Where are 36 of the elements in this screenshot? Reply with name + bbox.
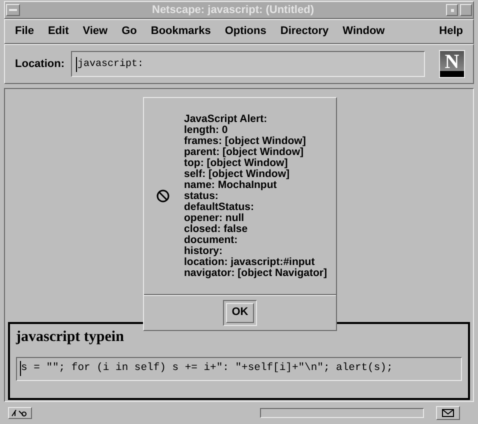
location-field[interactable]: javascript: — [70, 51, 425, 77]
typein-field[interactable]: s = ""; for (i in self) s += i+": "+self[i]+"\n"; alert(s); — [16, 356, 462, 380]
menu-item[interactable]: View — [82, 23, 108, 40]
location-label: Location: — [15, 56, 64, 72]
alert-text-line: defaultStatus: — [184, 202, 256, 212]
alert-text-line: document: — [184, 234, 239, 246]
window-menu-icon[interactable] — [6, 4, 20, 16]
alert-text-line: top: [object Window] — [184, 158, 288, 168]
alert-text-line: name: MochaInput — [184, 180, 277, 190]
alert-text-line: JavaScript Alert: — [184, 114, 268, 124]
alert-text-line: parent: [object Window] — [184, 146, 304, 158]
menu-item[interactable]: File — [15, 23, 34, 40]
alert-text-line: length: 0 — [184, 124, 228, 136]
menu-item[interactable]: Directory — [280, 23, 329, 40]
minimize-icon[interactable] — [446, 4, 458, 16]
alert-text-line: closed: false — [184, 224, 249, 234]
menu-item[interactable]: Bookmarks — [150, 23, 211, 40]
alert-text-line: self: [object Window] — [184, 168, 290, 180]
menu-item[interactable]: Go — [122, 23, 137, 40]
alert-text-line: opener: null — [184, 212, 246, 224]
alert-text-line: location: javascript:#input — [184, 256, 316, 268]
typein-title: javascript typein — [16, 328, 125, 347]
no-entry-icon — [156, 189, 170, 203]
menu-item[interactable]: Help — [439, 23, 463, 40]
mail-icon[interactable] — [436, 406, 460, 420]
alert-text-line: status: — [184, 190, 218, 202]
alert-text-line: history: — [184, 246, 224, 256]
alert-text-line: frames: [object Window] — [184, 136, 307, 146]
menu-item[interactable]: Options — [224, 23, 266, 40]
alert-text-line: navigator: [object Navigator] — [184, 268, 327, 278]
ok-button[interactable]: OK — [226, 302, 254, 322]
menu-item[interactable]: Window — [342, 23, 385, 40]
menu-item[interactable]: Edit — [48, 23, 69, 40]
maximize-icon[interactable] — [460, 4, 472, 16]
logo[interactable]: N — [439, 50, 465, 78]
window-title: Netscape: javascript: (Untitled) — [151, 2, 315, 18]
